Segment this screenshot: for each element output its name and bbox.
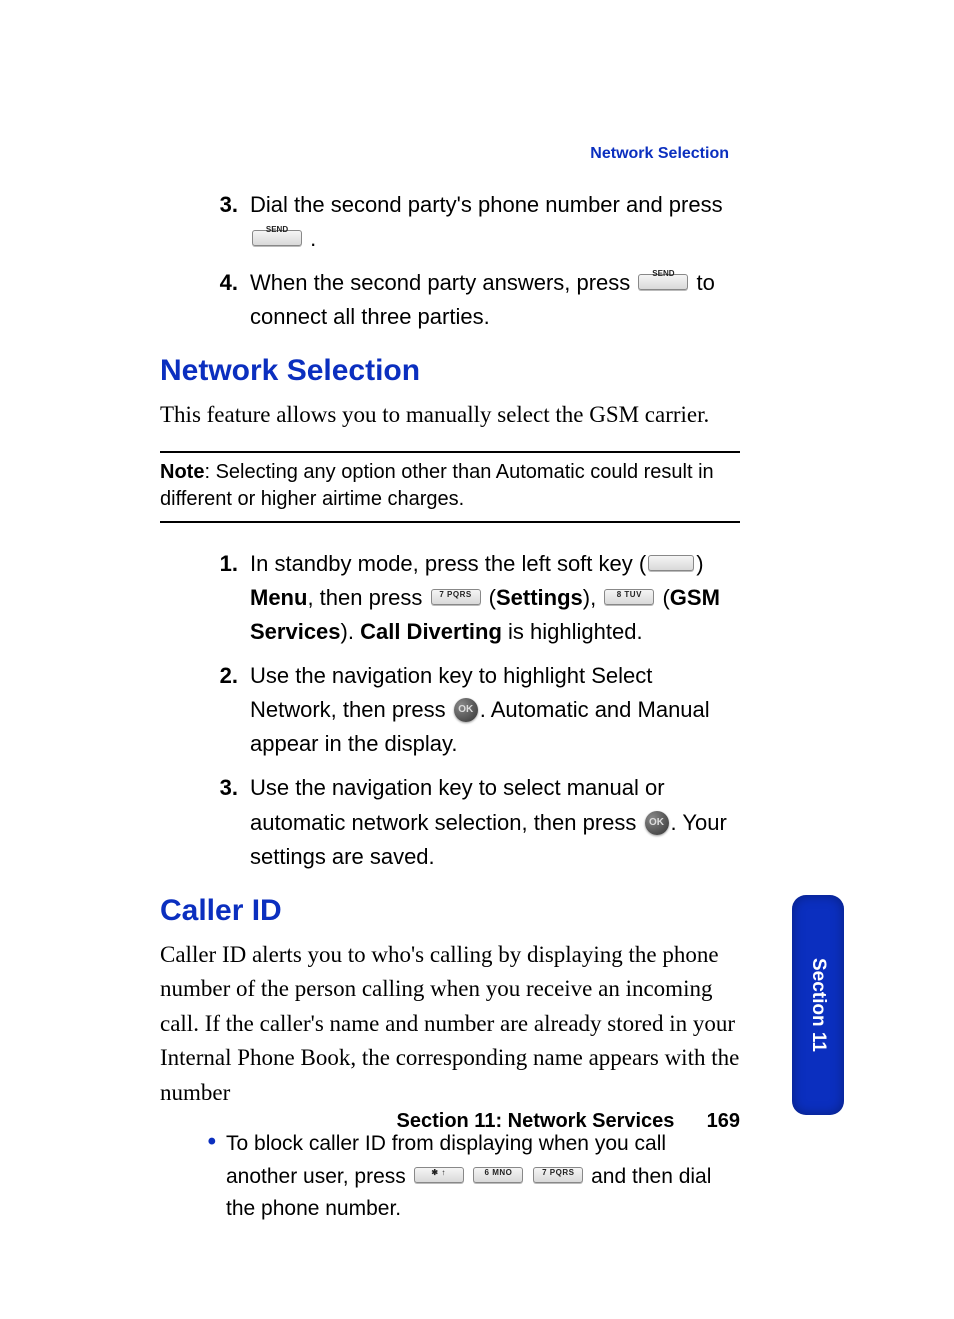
network-selection-heading: Network Selection <box>160 354 740 388</box>
menu-label: Menu <box>250 585 307 610</box>
key-6-icon: 6 MNO <box>473 1167 523 1183</box>
page-number: 169 <box>680 1110 740 1133</box>
text: ) <box>696 551 703 576</box>
step-body: Use the navigation key to select manual … <box>250 771 740 873</box>
section-tab: Section 11 <box>792 895 844 1115</box>
step-body: When the second party answers, press SEN… <box>250 266 740 334</box>
network-step-3: 3. Use the navigation key to select manu… <box>160 771 740 873</box>
text: ( <box>483 585 496 610</box>
text: ), <box>583 585 603 610</box>
step-number: 1. <box>160 547 250 649</box>
bullet-body: To block caller ID from displaying when … <box>226 1128 740 1226</box>
call-diverting-label: Call Diverting <box>360 619 502 644</box>
page-content: 3. Dial the second party's phone number … <box>160 188 740 1226</box>
bullet-icon: • <box>160 1128 226 1226</box>
step-number: 4. <box>160 266 250 334</box>
note-body: : Selecting any option other than Automa… <box>160 461 714 510</box>
step-number: 3. <box>160 771 250 873</box>
key-star-icon: ✱ ↑ <box>414 1167 464 1183</box>
caller-id-bullets: • To block caller ID from displaying whe… <box>160 1128 740 1226</box>
send-key-icon: SEND <box>638 274 688 290</box>
key-7-icon: 7 PQRS <box>431 589 481 605</box>
network-selection-intro: This feature allows you to manually sele… <box>160 398 740 433</box>
text: . <box>310 226 316 251</box>
section-tab-label: Section 11 <box>807 958 829 1052</box>
text: ). <box>341 619 361 644</box>
caller-id-heading: Caller ID <box>160 894 740 928</box>
network-steps-list: 1. In standby mode, press the left soft … <box>160 547 740 874</box>
running-head-link: Network Selection <box>590 145 729 163</box>
text: In standby mode, press the left soft key… <box>250 551 646 576</box>
page-footer: Section 11: Network Services 169 <box>160 1110 740 1133</box>
continued-steps-list: 3. Dial the second party's phone number … <box>160 188 740 334</box>
caller-id-intro: Caller ID alerts you to who's calling by… <box>160 938 740 1111</box>
note-label: Note <box>160 461 204 483</box>
key-8-icon: 8 TUV <box>604 589 654 605</box>
step-body: Dial the second party's phone number and… <box>250 188 740 256</box>
text: Use the navigation key to select manual … <box>250 775 665 834</box>
ok-key-icon: OK <box>645 811 669 835</box>
step-body: Use the navigation key to highlight Sele… <box>250 659 740 761</box>
step-3: 3. Dial the second party's phone number … <box>160 188 740 256</box>
text: When the second party answers, press <box>250 270 636 295</box>
text: ( <box>656 585 669 610</box>
ok-key-icon: OK <box>454 698 478 722</box>
text: , then press <box>307 585 428 610</box>
note-box: Note: Selecting any option other than Au… <box>160 451 740 523</box>
step-number: 2. <box>160 659 250 761</box>
list-item: • To block caller ID from displaying whe… <box>160 1128 740 1226</box>
soft-key-icon <box>648 555 694 571</box>
settings-label: Settings <box>496 585 583 610</box>
network-step-1: 1. In standby mode, press the left soft … <box>160 547 740 649</box>
step-body: In standby mode, press the left soft key… <box>250 547 740 649</box>
footer-section-title: Section 11: Network Services <box>397 1110 675 1132</box>
network-step-2: 2. Use the navigation key to highlight S… <box>160 659 740 761</box>
key-7-icon: 7 PQRS <box>533 1167 583 1183</box>
text: Dial the second party's phone number and… <box>250 192 723 217</box>
step-4: 4. When the second party answers, press … <box>160 266 740 334</box>
step-number: 3. <box>160 188 250 256</box>
text: is highlighted. <box>502 619 643 644</box>
send-key-icon: SEND <box>252 230 302 246</box>
